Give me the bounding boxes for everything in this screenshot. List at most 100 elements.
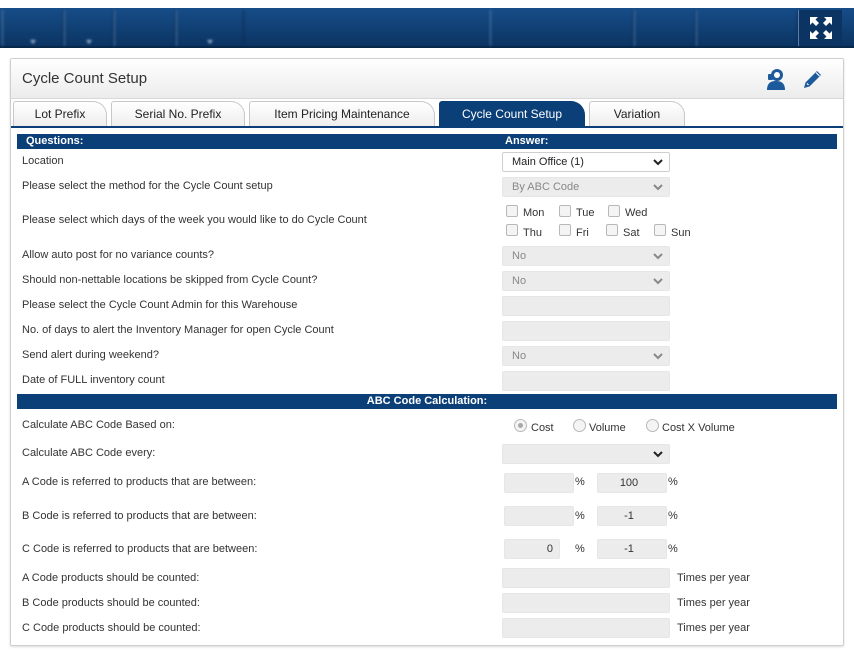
page-title: Cycle Count Setup [22,70,148,87]
radio-cost-x-volume-label: Cost X Volume [662,422,735,434]
nav-menu-item-2[interactable] [64,10,114,46]
user-support-icon[interactable] [764,67,788,91]
day-checkbox-thu[interactable] [506,224,518,236]
c-range-from-percent: % [575,543,585,555]
alert-days-field[interactable] [502,321,670,341]
day-label-mon: Mon [523,207,545,219]
tab-bar: Lot Prefix Serial No. Prefix Item Pricin… [11,101,843,127]
b-count-unit: Times per year [677,597,750,609]
nav-menu-item-4[interactable] [176,10,244,46]
full-count-date-label: Date of FULL inventory count [22,374,165,386]
chevron-down-icon [653,253,663,260]
alert-days-label: No. of days to alert the Inventory Manag… [22,324,334,336]
location-label: Location [22,155,64,167]
a-count-field[interactable] [502,568,670,588]
day-label-wed: Wed [625,207,648,219]
radio-cost-x-volume[interactable] [646,419,659,432]
fullscreen-button[interactable] [798,10,842,46]
a-range-to[interactable]: 100 [597,473,667,493]
day-checkbox-tue[interactable] [559,205,571,217]
nav-user-info[interactable] [490,10,634,46]
method-value: By ABC Code [512,181,580,193]
questions-heading: Questions: [26,135,84,147]
tab-item-pricing-maintenance[interactable]: Item Pricing Maintenance [249,101,435,126]
day-checkbox-mon[interactable] [506,205,518,217]
day-label-sun: Sun [671,227,691,239]
b-count-field[interactable] [502,593,670,613]
c-range-to-percent: % [668,543,678,555]
nav-menu-item-1[interactable] [2,10,64,46]
day-label-fri: Fri [576,227,589,239]
expand-arrows-icon [810,17,832,39]
abc-code-calculation-header: ABC Code Calculation: [17,394,837,409]
b-range-from[interactable] [504,506,574,526]
b-count-label: B Code products should be counted: [22,597,200,609]
skip-non-nettable-label: Should non-nettable locations be skipped… [22,274,318,286]
a-range-from-percent: % [575,476,585,488]
radio-volume[interactable] [573,419,586,432]
days-label: Please select which days of the week you… [22,214,367,226]
auto-post-select[interactable]: No [502,246,670,266]
tab-serial-no-prefix[interactable]: Serial No. Prefix [111,101,245,126]
tab-lot-prefix[interactable]: Lot Prefix [13,101,107,126]
method-label: Please select the method for the Cycle C… [22,180,273,192]
a-range-to-percent: % [668,476,678,488]
a-range-from[interactable] [504,473,574,493]
c-count-unit: Times per year [677,622,750,634]
a-count-label: A Code products should be counted: [22,572,200,584]
c-range-label: C Code is referred to products that are … [22,543,258,555]
day-label-thu: Thu [523,227,542,239]
weekend-alert-value: No [512,350,527,362]
questions-header: Questions: Answer: [17,134,837,149]
day-label-tue: Tue [576,207,595,219]
c-count-label: C Code products should be counted: [22,622,201,634]
day-checkbox-wed[interactable] [608,205,620,217]
day-checkbox-fri[interactable] [559,224,571,236]
nav-account[interactable] [696,10,798,46]
skip-non-nettable-select[interactable]: No [502,271,670,291]
tab-underline [11,126,843,128]
c-range-from[interactable]: 0 [504,539,560,559]
chevron-down-icon [653,184,663,191]
auto-post-value: No [512,250,527,262]
abc-every-select[interactable] [502,444,670,464]
b-range-to-percent: % [668,510,678,522]
full-count-date-field[interactable] [502,371,670,391]
tab-variation[interactable]: Variation [589,101,685,126]
c-count-field[interactable] [502,618,670,638]
nav-logout[interactable] [634,10,696,46]
abc-based-on-label: Calculate ABC Code Based on: [22,419,175,431]
a-count-unit: Times per year [677,572,750,584]
a-range-label: A Code is referred to products that are … [22,476,257,488]
location-value: Main Office (1) [512,156,584,168]
day-checkbox-sat[interactable] [606,224,618,236]
radio-volume-label: Volume [589,422,626,434]
admin-field[interactable] [502,296,670,316]
weekend-alert-select[interactable]: No [502,346,670,366]
day-label-sat: Sat [623,227,640,239]
method-select[interactable]: By ABC Code [502,177,670,197]
b-range-to[interactable]: -1 [597,506,667,526]
day-checkbox-sun[interactable] [654,224,666,236]
panel-header: Cycle Count Setup [11,59,843,99]
chevron-down-icon [653,353,663,360]
nav-menu-item-3[interactable] [114,10,176,46]
chevron-down-icon [653,451,663,458]
abc-every-label: Calculate ABC Code every: [22,447,156,459]
skip-non-nettable-value: No [512,275,527,287]
chevron-down-icon [653,159,663,166]
location-select[interactable]: Main Office (1) [502,152,670,172]
c-range-to[interactable]: -1 [597,539,667,559]
radio-cost[interactable] [514,419,527,432]
b-range-label: B Code is referred to products that are … [22,510,257,522]
pencil-icon[interactable] [801,67,825,91]
radio-cost-label: Cost [531,422,554,434]
auto-post-label: Allow auto post for no variance counts? [22,249,215,261]
cycle-count-panel: Cycle Count Setup Lot Prefix Serial No. … [10,58,844,646]
weekend-alert-label: Send alert during weekend? [22,349,159,361]
answer-heading: Answer: [505,135,549,147]
b-range-from-percent: % [575,510,585,522]
chevron-down-icon [653,278,663,285]
admin-label: Please select the Cycle Count Admin for … [22,299,298,311]
tab-cycle-count-setup[interactable]: Cycle Count Setup [439,101,585,126]
